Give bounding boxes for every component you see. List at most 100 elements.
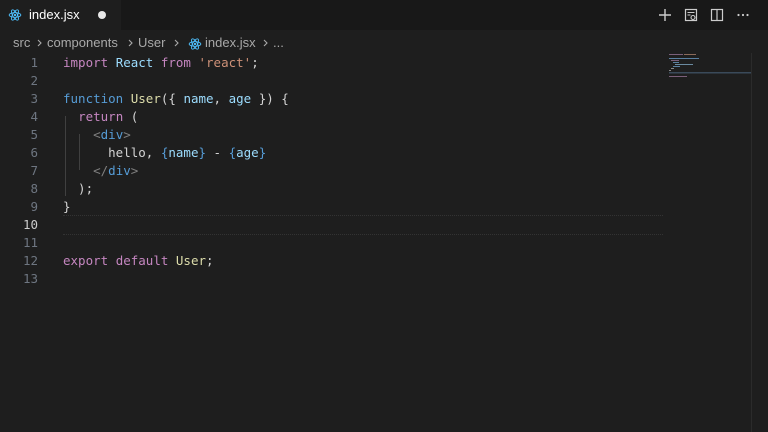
breadcrumb-symbol[interactable]: ... — [273, 35, 284, 50]
code-token: ); — [63, 181, 94, 196]
code-editor[interactable]: 1 import React from 'react'; 2 3 function Us… — [0, 53, 768, 432]
more-actions-icon[interactable] — [734, 6, 752, 24]
code-token: , — [213, 91, 229, 106]
line-number: 12 — [22, 253, 38, 268]
chevron-right-icon — [128, 39, 133, 47]
code-token: div — [108, 163, 131, 178]
react-icon — [8, 9, 22, 21]
code-line[interactable]: 13 — [0, 270, 750, 288]
code-token: default — [115, 253, 169, 268]
code-text: ); — [63, 180, 93, 198]
chevron-right-icon — [174, 39, 179, 47]
code-token: < — [93, 127, 101, 142]
line-number: 2 — [30, 73, 38, 88]
chevron-right-icon — [263, 39, 268, 47]
code-token: div — [100, 127, 124, 142]
unsaved-dot-icon[interactable] — [98, 11, 106, 19]
code-line[interactable]: 4 return ( — [0, 108, 750, 126]
line-number: 8 — [30, 181, 38, 196]
code-line[interactable]: 10 — [0, 216, 750, 234]
code-token: } — [258, 145, 267, 160]
code-token: ( — [123, 109, 139, 124]
code-token: age — [228, 91, 252, 106]
line-number: 3 — [30, 91, 38, 106]
code-token: from — [160, 55, 191, 70]
split-editor-icon[interactable] — [708, 6, 726, 24]
code-token: return — [78, 109, 124, 124]
code-text: <div> — [63, 126, 131, 144]
code-text: import React from 'react'; — [63, 54, 259, 72]
code-token: name — [183, 91, 214, 106]
code-line[interactable]: 5 <div> — [0, 126, 750, 144]
code-line[interactable]: 1 import React from 'react'; — [0, 54, 750, 72]
code-token: - — [206, 145, 229, 160]
code-text: function User({ name, age }) { — [63, 90, 289, 108]
open-preview-icon[interactable] — [682, 6, 700, 24]
code-token: age — [236, 145, 259, 160]
code-text: </div> — [63, 162, 138, 180]
code-line[interactable]: 2 — [0, 72, 750, 90]
tab-title: index.jsx — [29, 7, 80, 22]
code-line[interactable]: 8 ); — [0, 180, 750, 198]
new-file-icon[interactable] — [656, 6, 674, 24]
code-token: > — [130, 163, 139, 178]
code-token: import — [63, 55, 109, 70]
code-line[interactable]: 9} — [0, 198, 750, 216]
line-number: 4 — [30, 109, 38, 124]
code-token: React — [115, 55, 154, 70]
react-icon — [188, 38, 202, 50]
code-line[interactable]: 12 export default User; — [0, 252, 750, 270]
tab-index-jsx[interactable]: index.jsx — [0, 0, 121, 30]
breadcrumb-src[interactable]: src — [13, 35, 30, 50]
breadcrumb: src components User index.jsx ... — [0, 32, 768, 54]
code-token: User — [175, 253, 207, 268]
line-number: 6 — [30, 145, 38, 160]
line-number: 11 — [22, 235, 38, 250]
code-token: } — [198, 145, 207, 160]
chevron-right-icon — [37, 39, 42, 47]
line-number: 13 — [22, 271, 38, 286]
code-token: function — [63, 91, 124, 106]
vertical-scrollbar[interactable] — [751, 53, 752, 432]
editor-tab-bar: index.jsx — [0, 0, 768, 30]
breadcrumb-components[interactable]: components — [47, 35, 118, 50]
code-line[interactable]: 11 — [0, 234, 750, 252]
minimap[interactable] — [669, 53, 751, 93]
breadcrumb-user[interactable]: User — [138, 35, 165, 50]
breadcrumb-file[interactable]: index.jsx — [205, 35, 256, 50]
line-number: 5 — [30, 127, 38, 142]
code-line[interactable]: 3 function User({ name, age }) { — [0, 90, 750, 108]
code-token: User — [130, 91, 161, 106]
line-number: 1 — [30, 55, 38, 70]
code-token: ({ — [160, 91, 184, 106]
code-text: hello, {name} - {age} — [63, 144, 266, 162]
code-token: > — [123, 127, 131, 142]
code-token: ; — [251, 55, 259, 70]
code-token: ; — [206, 253, 214, 268]
code-token: }) { — [251, 91, 289, 106]
code-token: } — [63, 199, 71, 214]
code-token: name — [168, 145, 199, 160]
code-token: hello, — [63, 145, 161, 160]
code-token: </ — [93, 163, 109, 178]
line-number: 9 — [30, 199, 38, 214]
code-token: 'react' — [198, 55, 252, 70]
code-line[interactable]: 7 </div> — [0, 162, 750, 180]
line-number: 7 — [30, 163, 38, 178]
code-text: return ( — [63, 108, 138, 126]
code-token: export — [63, 253, 109, 268]
code-line[interactable]: 6 hello, {name} - {age} — [0, 144, 750, 162]
code-text: } — [63, 198, 71, 216]
code-text: export default User; — [63, 252, 214, 270]
line-number: 10 — [22, 217, 38, 232]
code-token: { — [228, 145, 237, 160]
